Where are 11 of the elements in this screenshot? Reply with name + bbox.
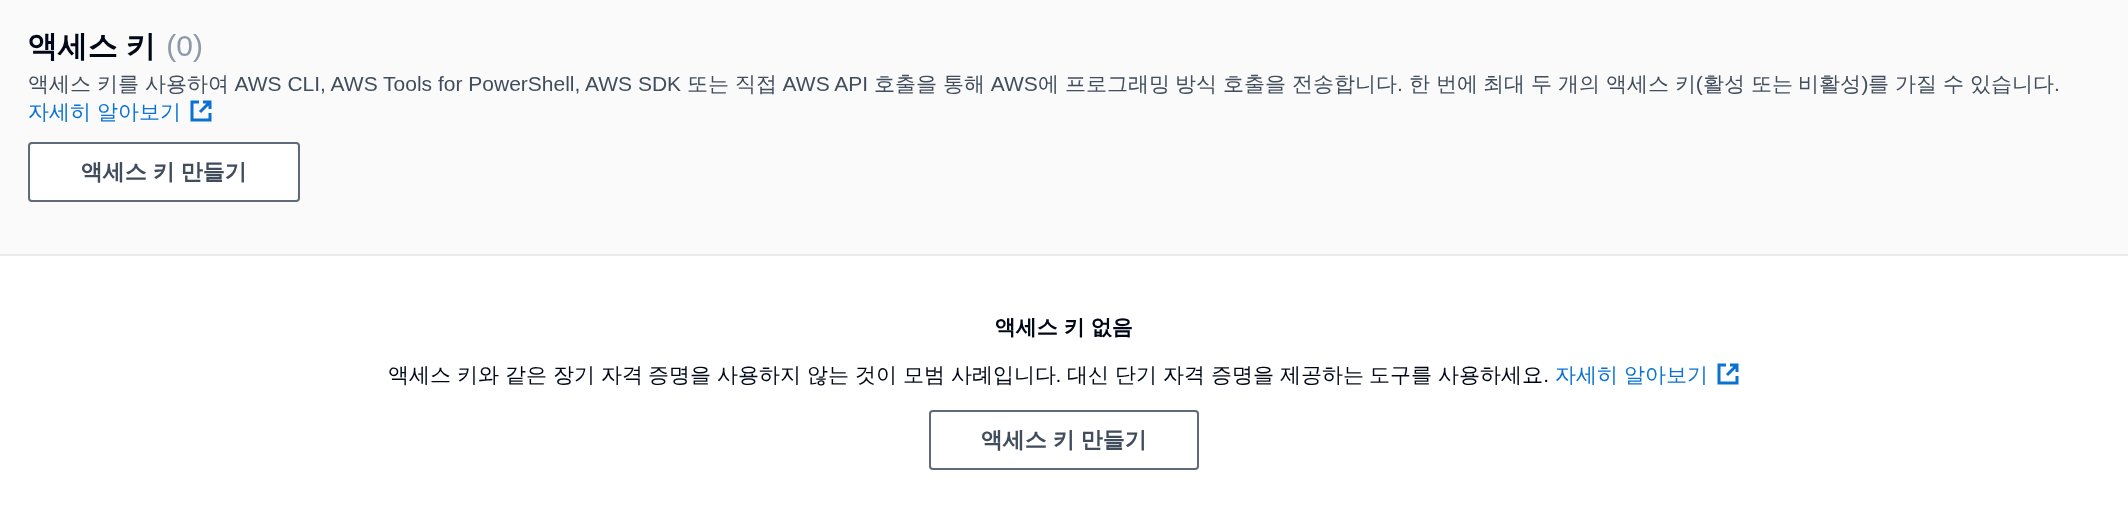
key-count: (0) — [166, 28, 203, 64]
empty-state-message: 액세스 키와 같은 장기 자격 증명을 사용하지 않는 것이 모범 사례입니다. 대신 단기 자격 증명을 제공하는 도구를 사용하세요. 자세히 알아보기 — [388, 360, 1740, 390]
external-link-icon — [1715, 362, 1740, 386]
create-access-key-button[interactable]: 액세스 키 만들기 — [929, 410, 1199, 470]
external-link-icon — [188, 99, 213, 123]
learn-more-link[interactable]: 자세히 알아보기 — [1554, 363, 1708, 386]
description: 액세스 키를 사용하여 AWS CLI, AWS Tools for PowerShell, AWS SDK 또는 직접 AWS API 호출을 통해 AWS에 프로그래밍 방식 호출을 전송합니다. 한 번에 최대 두 개의 액세스 키(활성 또는 비활성)를 가질 수 있습니다. 자세히 알아보기 — [28, 71, 2061, 125]
empty-state-title: 액세스 키 없음 — [995, 314, 1133, 340]
learn-more-link[interactable]: 자세히 알아보기 — [28, 100, 181, 123]
create-access-key-button[interactable]: 액세스 키 만들기 — [28, 142, 300, 202]
section-title: 액세스 키 — [28, 28, 157, 64]
